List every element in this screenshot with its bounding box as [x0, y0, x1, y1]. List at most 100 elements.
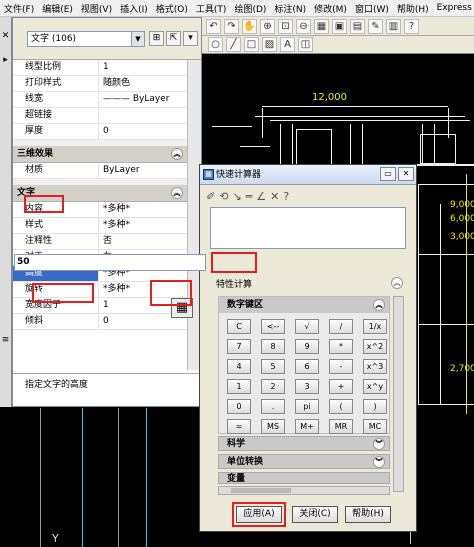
- circle-icon[interactable]: ○: [208, 37, 223, 52]
- property-value[interactable]: *多种*: [99, 218, 187, 233]
- key-backspace[interactable]: <--: [261, 319, 285, 334]
- menu-view[interactable]: 视图(V): [77, 2, 116, 15]
- get-coordinates-icon[interactable]: ↘: [232, 190, 241, 203]
- property-value[interactable]: [99, 108, 187, 123]
- menu-express[interactable]: Express: [433, 3, 474, 13]
- property-value[interactable]: ByLayer: [99, 163, 187, 178]
- palette-strip[interactable]: ✕ ▸ ≡: [0, 17, 12, 407]
- undo-icon[interactable]: ↶: [206, 18, 221, 34]
- property-row[interactable]: 厚度 0: [13, 124, 187, 140]
- zoom-icon[interactable]: ⊕: [260, 18, 275, 34]
- angle-icon[interactable]: ∠: [256, 190, 266, 203]
- distance-icon[interactable]: ═: [246, 190, 253, 203]
- property-row[interactable]: 线型比例 1: [13, 60, 187, 76]
- properties-icon[interactable]: ▦: [314, 18, 329, 34]
- properties-menu-icon[interactable]: ≡: [0, 335, 11, 345]
- key-memory-add[interactable]: M+: [295, 419, 319, 434]
- calculator-icon[interactable]: ▥: [386, 18, 401, 34]
- select-objects-icon[interactable]: ⇱: [166, 31, 181, 46]
- palette-icon[interactable]: ▤: [350, 18, 365, 34]
- property-row[interactable]: 打印样式 随颜色: [13, 76, 187, 92]
- key-pi[interactable]: pi: [295, 399, 319, 414]
- close-button[interactable]: 关闭(C): [292, 506, 338, 523]
- scrollbar-thumb[interactable]: [231, 488, 291, 493]
- intersection-icon[interactable]: ✕: [270, 190, 279, 203]
- close-icon[interactable]: ✕: [0, 31, 11, 41]
- markup-icon[interactable]: ✎: [368, 18, 383, 34]
- block-icon[interactable]: ◫: [298, 37, 313, 52]
- property-row[interactable]: 注释性否: [13, 234, 187, 250]
- key-memory-clear[interactable]: MC: [363, 419, 387, 434]
- property-row[interactable]: 材质 ByLayer: [13, 163, 187, 179]
- key-close-paren[interactable]: ): [363, 399, 387, 414]
- menu-dimension[interactable]: 标注(N): [270, 2, 310, 15]
- menu-insert[interactable]: 插入(I): [116, 2, 152, 15]
- help-icon[interactable]: ?: [404, 18, 419, 34]
- section-3d-effects[interactable]: 三维效果 ︽: [13, 146, 187, 163]
- calc-input-field[interactable]: 50: [14, 254, 206, 271]
- key-4[interactable]: 4: [227, 359, 251, 374]
- key-reciprocal[interactable]: 1/x: [363, 319, 387, 334]
- key-0[interactable]: 0: [227, 399, 251, 414]
- key-memory-recall[interactable]: MR: [329, 419, 353, 434]
- expand-icon[interactable]: ︾: [373, 456, 385, 468]
- clear-history-icon[interactable]: ⟲: [219, 190, 228, 203]
- autohide-icon[interactable]: ▸: [0, 55, 11, 65]
- property-value[interactable]: 否: [99, 234, 187, 249]
- object-type-select[interactable]: 文字 (106) ▼: [27, 31, 145, 47]
- key-sqrt[interactable]: √: [295, 319, 319, 334]
- menu-window[interactable]: 窗口(W): [351, 2, 393, 15]
- expand-icon[interactable]: ︾: [373, 438, 385, 450]
- toggle-pickadd-icon[interactable]: ⊞: [149, 31, 164, 46]
- text-icon[interactable]: A: [280, 37, 295, 52]
- key-open-paren[interactable]: (: [329, 399, 353, 414]
- menu-format[interactable]: 格式(O): [152, 2, 192, 15]
- dialog-titlebar[interactable]: ▦ 快速计算器 ▭ ✕: [200, 165, 416, 185]
- collapse-icon[interactable]: ︽: [373, 299, 385, 311]
- property-value[interactable]: ——— ByLayer: [99, 92, 187, 107]
- horizontal-scrollbar[interactable]: [218, 486, 390, 495]
- key-equals[interactable]: =: [227, 419, 251, 434]
- hatch-icon[interactable]: ▨: [262, 37, 277, 52]
- key-square[interactable]: x^2: [363, 339, 387, 354]
- menu-file[interactable]: 文件(F): [0, 2, 38, 15]
- key-3[interactable]: 3: [295, 379, 319, 394]
- collapse-icon[interactable]: ︽: [391, 277, 403, 289]
- key-clear[interactable]: C: [227, 319, 251, 334]
- rectangle-icon[interactable]: □: [244, 37, 259, 52]
- collapse-icon[interactable]: ︽: [171, 148, 183, 160]
- section-scientific[interactable]: 科学 ︾: [218, 436, 390, 451]
- property-value[interactable]: *多种*: [99, 202, 187, 217]
- key-7[interactable]: 7: [227, 339, 251, 354]
- menu-help[interactable]: 帮助(H): [393, 2, 433, 15]
- pan-icon[interactable]: ✋: [242, 18, 257, 34]
- key-memory-store[interactable]: MS: [261, 419, 285, 434]
- key-5[interactable]: 5: [261, 359, 285, 374]
- menu-tools[interactable]: 工具(T): [192, 2, 231, 15]
- key-decimal[interactable]: .: [261, 399, 285, 414]
- section-variables[interactable]: 变量: [218, 472, 390, 484]
- key-2[interactable]: 2: [261, 379, 285, 394]
- property-row[interactable]: 倾斜 0: [13, 314, 187, 330]
- design-center-icon[interactable]: ▣: [332, 18, 347, 34]
- key-minus[interactable]: -: [329, 359, 353, 374]
- key-plus[interactable]: +: [329, 379, 353, 394]
- help-button[interactable]: 帮助(H): [345, 506, 391, 523]
- property-row[interactable]: 线宽 ——— ByLayer: [13, 92, 187, 108]
- key-divide[interactable]: /: [329, 319, 353, 334]
- property-row[interactable]: 样式 *多种*: [13, 218, 187, 234]
- vertical-scrollbar[interactable]: [393, 296, 404, 492]
- menu-edit[interactable]: 编辑(E): [38, 2, 77, 15]
- menu-modify[interactable]: 修改(M): [310, 2, 351, 15]
- key-1[interactable]: 1: [227, 379, 251, 394]
- redo-icon[interactable]: ↷: [224, 18, 239, 34]
- property-value[interactable]: 0: [99, 124, 187, 139]
- zoom-window-icon[interactable]: ⊡: [278, 18, 293, 34]
- restore-icon[interactable]: ▭: [380, 167, 396, 181]
- close-icon[interactable]: ✕: [398, 167, 414, 181]
- keypad-header[interactable]: 数字键区 ︽: [219, 297, 389, 313]
- menu-draw[interactable]: 绘图(D): [230, 2, 270, 15]
- zoom-previous-icon[interactable]: ⊖: [296, 18, 311, 34]
- key-6[interactable]: 6: [295, 359, 319, 374]
- property-value[interactable]: 随颜色: [99, 76, 187, 91]
